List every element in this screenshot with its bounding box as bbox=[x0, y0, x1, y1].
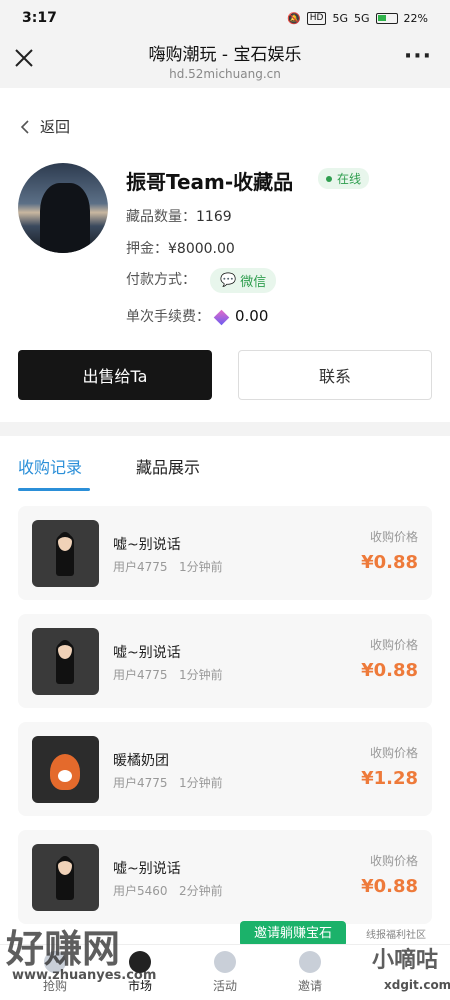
price: ¥1.28 bbox=[361, 768, 418, 789]
collection-count: 藏品数量：1169 bbox=[126, 209, 232, 225]
chevron-left-icon bbox=[20, 119, 29, 134]
price-label: 收购价格 bbox=[369, 854, 418, 868]
tab-bar: 收购记录 藏品展示 bbox=[0, 436, 450, 494]
price-label: 收购价格 bbox=[369, 638, 418, 652]
item-thumbnail bbox=[32, 520, 99, 587]
status-time: 3:17 bbox=[22, 10, 57, 26]
tab-collection-display[interactable]: 藏品展示 bbox=[136, 454, 200, 478]
gem-icon bbox=[213, 309, 230, 325]
nav-activity[interactable]: 活动 bbox=[195, 977, 255, 994]
back-label: 返回 bbox=[40, 118, 71, 136]
price: ¥0.88 bbox=[361, 660, 418, 681]
item-thumbnail bbox=[32, 628, 99, 695]
wechat-badge: 💬 微信 bbox=[210, 268, 277, 293]
watermark-right: 小嘀咕 bbox=[372, 948, 439, 973]
page-title: 嗨购潮玩 - 宝石娱乐 bbox=[148, 45, 302, 65]
page-url: hd.52michuang.cn bbox=[169, 67, 281, 81]
item-name: 嘘~别说话 bbox=[113, 537, 181, 553]
item-meta: 用户5460 2分钟前 bbox=[113, 884, 223, 898]
seller-name: 振哥Team-收藏品 bbox=[126, 170, 294, 194]
watermark-right-small: 线报福利社区 bbox=[366, 930, 426, 941]
activity-icon bbox=[214, 951, 236, 973]
wechat-icon: 💬 bbox=[220, 273, 237, 288]
watermark-left: 好赚网 bbox=[6, 927, 121, 971]
item-name: 嘘~别说话 bbox=[113, 861, 181, 877]
more-icon[interactable]: ··· bbox=[404, 44, 432, 69]
price: ¥0.88 bbox=[361, 876, 418, 897]
watermark-right-url: xdgit.com bbox=[384, 978, 450, 992]
back-button[interactable]: 返回 bbox=[20, 116, 70, 137]
watermark-left-url: www.zhuanyes.com bbox=[12, 968, 157, 983]
item-name: 暖橘奶团 bbox=[113, 753, 169, 769]
price-label: 收购价格 bbox=[369, 746, 418, 760]
status-bar: 3:17 🔕 HD 5G 5G 22% bbox=[0, 0, 450, 36]
payment-method: 付款方式： 💬 微信 bbox=[126, 268, 277, 293]
price-label: 收购价格 bbox=[369, 530, 418, 544]
avatar bbox=[18, 163, 108, 253]
active-tab-indicator bbox=[18, 488, 90, 491]
signal-icon-2: 5G bbox=[354, 11, 370, 25]
battery-percent: 22% bbox=[403, 11, 428, 25]
signal-icon: 5G bbox=[332, 11, 349, 25]
mute-icon: 🔕 bbox=[287, 11, 301, 25]
price: ¥0.88 bbox=[361, 552, 418, 573]
list-item[interactable]: 嘘~别说话 用户5460 2分钟前 收购价格 ¥0.88 bbox=[18, 830, 432, 924]
contact-button[interactable]: 联系 bbox=[238, 350, 432, 400]
tab-purchase-records[interactable]: 收购记录 bbox=[18, 454, 82, 478]
item-thumbnail bbox=[32, 844, 99, 911]
close-icon[interactable] bbox=[12, 46, 36, 70]
profile-card: 返回 振哥Team-收藏品 在线 藏品数量：1169 押金：¥8000.00 付… bbox=[0, 88, 450, 422]
item-meta: 用户4775 1分钟前 bbox=[113, 776, 223, 790]
invite-icon bbox=[299, 951, 321, 973]
sell-button[interactable]: 出售给Ta bbox=[18, 350, 212, 400]
fee: 单次手续费： 0.00 bbox=[126, 307, 269, 325]
online-badge: 在线 bbox=[318, 168, 370, 189]
battery-icon bbox=[375, 12, 398, 24]
browser-titlebar: 嗨购潮玩 - 宝石娱乐 hd.52michuang.cn ··· bbox=[0, 36, 450, 88]
item-meta: 用户4775 1分钟前 bbox=[113, 668, 223, 682]
list-item[interactable]: 嘘~别说话 用户4775 1分钟前 收购价格 ¥0.88 bbox=[18, 506, 432, 600]
item-name: 嘘~别说话 bbox=[113, 645, 181, 661]
nav-invite[interactable]: 邀请 bbox=[280, 977, 340, 994]
status-icons: 🔕 HD 5G 5G 22% bbox=[287, 11, 428, 25]
deposit: 押金：¥8000.00 bbox=[126, 241, 235, 257]
list-item[interactable]: 暖橘奶团 用户4775 1分钟前 收购价格 ¥1.28 bbox=[18, 722, 432, 816]
hd-badge: HD bbox=[306, 11, 327, 25]
item-meta: 用户4775 1分钟前 bbox=[113, 560, 223, 574]
list-item[interactable]: 嘘~别说话 用户4775 1分钟前 收购价格 ¥0.88 bbox=[18, 614, 432, 708]
item-thumbnail bbox=[32, 736, 99, 803]
